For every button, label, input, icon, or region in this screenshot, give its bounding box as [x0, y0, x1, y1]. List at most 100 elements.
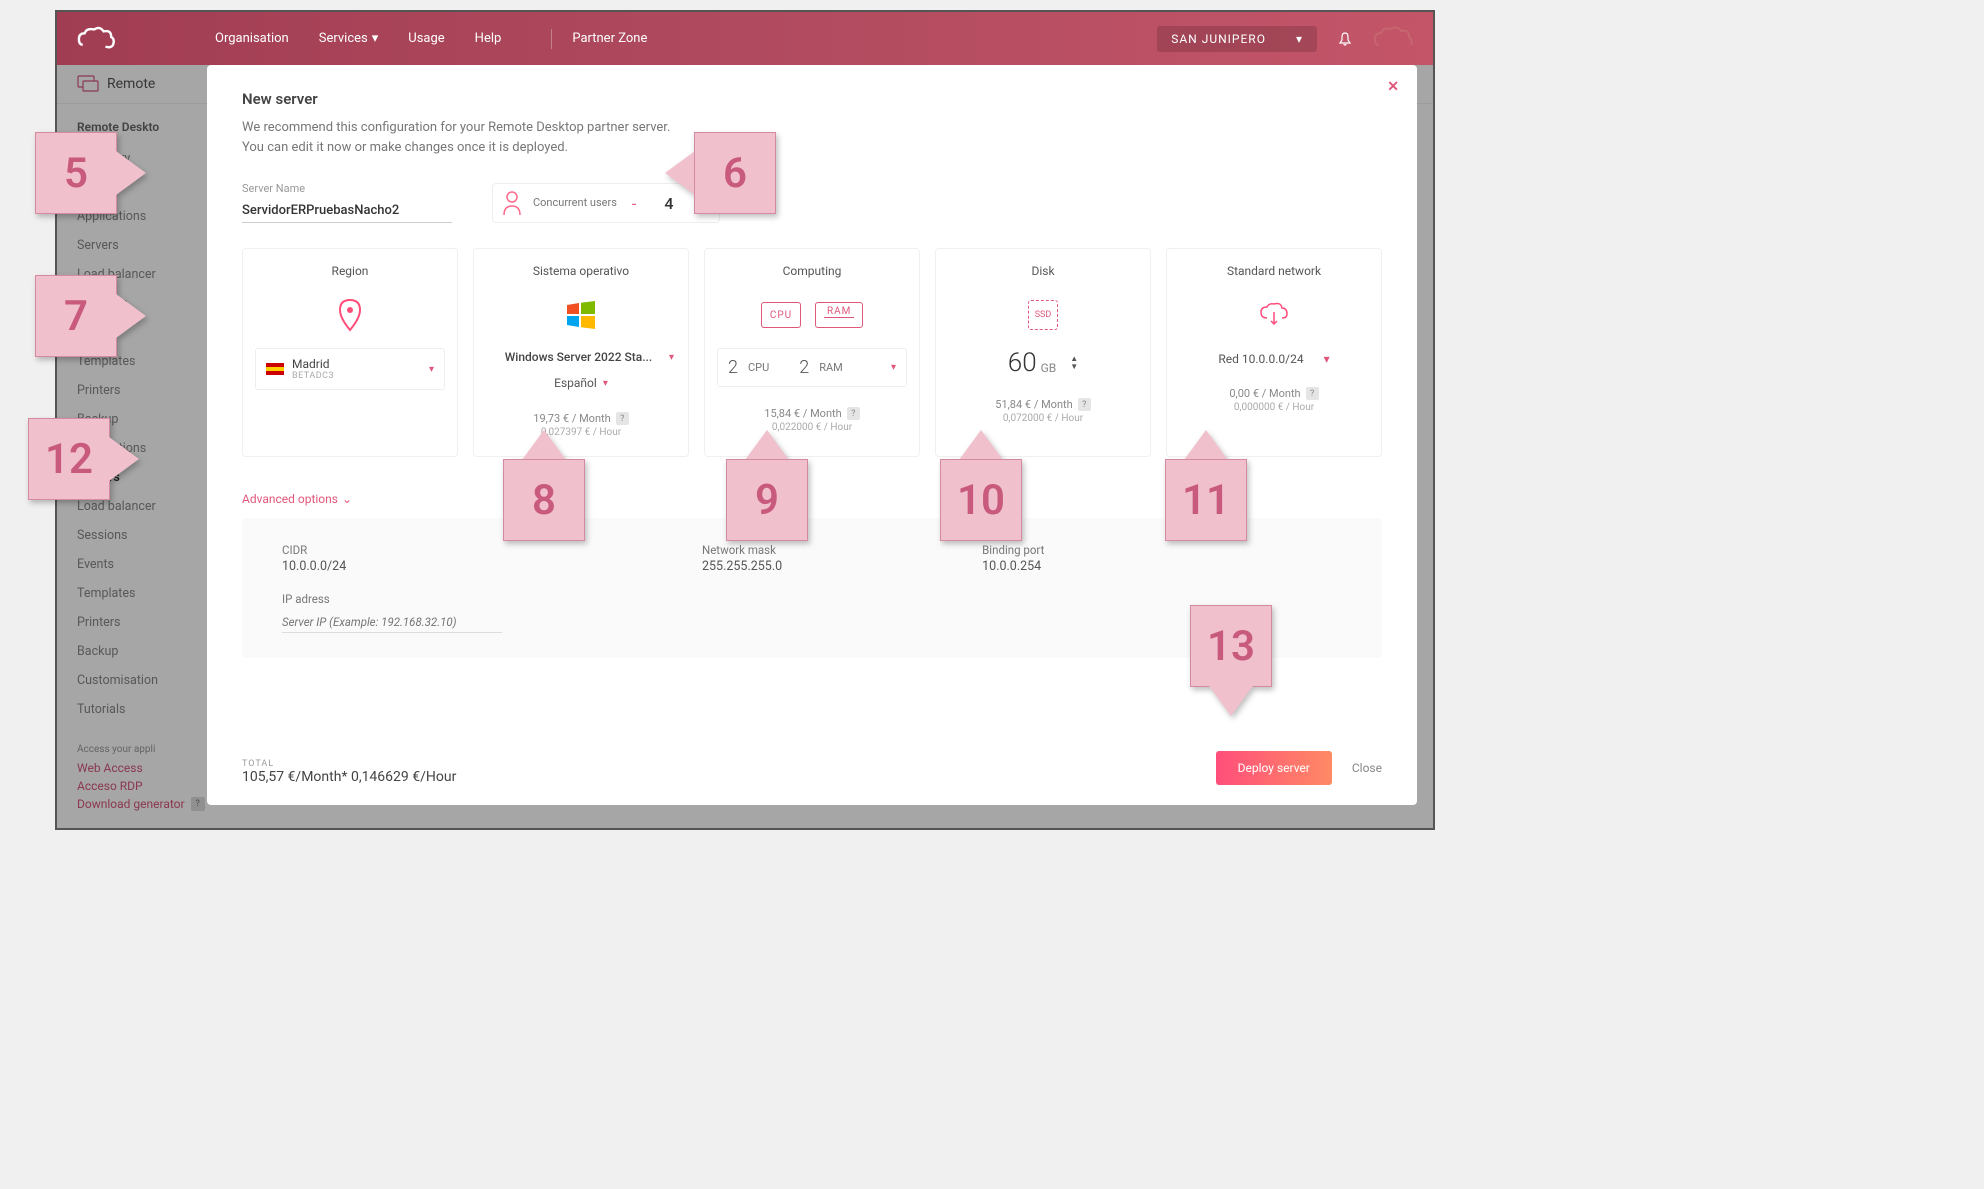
nav-partner-zone[interactable]: Partner Zone: [572, 31, 647, 46]
callout-7: 7: [35, 275, 146, 357]
cpu-value: 2: [728, 357, 738, 378]
os-title: Sistema operativo: [486, 264, 676, 278]
deploy-server-button[interactable]: Deploy server: [1216, 751, 1332, 785]
disk-spinners: ▲ ▼: [1070, 355, 1078, 371]
disk-title: Disk: [948, 264, 1138, 278]
network-card: Standard network Red 10.0.0.0/24 ▾ 0,00 …: [1166, 248, 1382, 457]
computing-title: Computing: [717, 264, 907, 278]
ssd-icon: SSD: [1028, 300, 1058, 330]
region-name: Madrid: [292, 357, 334, 371]
binding-port-value: 10.0.0.254: [982, 559, 1044, 574]
chevron-down-icon: ▾: [372, 31, 379, 46]
modal-footer: TOTAL 105,57 €/Month* 0,146629 €/Hour De…: [242, 751, 1382, 785]
disk-hour-price: 0,072000 € / Hour: [948, 413, 1138, 424]
chevron-down-icon: ▾: [669, 352, 674, 363]
mask-value: 255.255.255.0: [702, 559, 782, 574]
disk-decrement[interactable]: ▼: [1070, 363, 1078, 371]
ip-input[interactable]: [282, 612, 502, 633]
region-card: Region Madrid BETADC3 ▾: [242, 248, 458, 457]
server-name-block: Server Name: [242, 182, 452, 223]
help-icon[interactable]: ?: [1306, 387, 1319, 400]
computing-price: 15,84 € / Month?: [717, 407, 907, 420]
cpu-chip-icon: CPU: [761, 302, 801, 328]
chevron-down-icon: ▾: [429, 364, 434, 375]
topbar: Organisation Services ▾ Usage Help Partne…: [57, 12, 1433, 65]
help-icon[interactable]: ?: [616, 412, 629, 425]
config-cards: Region Madrid BETADC3 ▾: [242, 248, 1382, 457]
chevron-down-icon: ▾: [603, 378, 608, 389]
os-lang-selector[interactable]: Español ▾: [544, 374, 618, 392]
network-name: Red 10.0.0.0/24: [1218, 352, 1303, 366]
ram-value: 2: [799, 357, 809, 378]
region-title: Region: [255, 264, 445, 278]
nav-services-label: Services: [319, 31, 368, 46]
callout-6: 6: [665, 132, 776, 214]
callout-12: 12: [28, 418, 139, 500]
callout-8: 8: [503, 430, 585, 541]
region-selector[interactable]: Madrid BETADC3 ▾: [255, 348, 445, 390]
nav-separator: [551, 29, 552, 49]
help-icon[interactable]: ?: [1078, 398, 1091, 411]
os-selector[interactable]: Windows Server 2022 Sta... ▾: [486, 348, 676, 366]
total-label: TOTAL: [242, 759, 456, 769]
network-price: 0,00 € / Month?: [1179, 387, 1369, 400]
mask-label: Network mask: [702, 543, 782, 557]
nav-help[interactable]: Help: [475, 31, 502, 46]
network-title: Standard network: [1179, 264, 1369, 278]
disk-value: 60: [1008, 348, 1037, 378]
cpu-unit: CPU: [748, 361, 769, 374]
brand-icon: [1373, 24, 1413, 54]
computing-selector[interactable]: 2 CPU 2 RAM ▾: [717, 348, 907, 387]
callout-5: 5: [35, 132, 146, 214]
disk-card: Disk SSD 60 GB ▲ ▼ 51,84 € / Month? 0,07…: [935, 248, 1151, 457]
callout-11: 11: [1165, 430, 1247, 541]
total-value: 105,57 €/Month* 0,146629 €/Hour: [242, 769, 456, 785]
windows-icon: [565, 299, 597, 331]
chevron-down-icon: ⌄: [342, 492, 352, 506]
os-lang: Español: [554, 376, 597, 390]
ram-chip-icon: RAM: [815, 302, 863, 328]
org-selected-label: SAN JUNIPERO: [1171, 32, 1266, 46]
decrement-button[interactable]: -: [627, 194, 641, 213]
concurrent-users-label: Concurrent users: [533, 196, 617, 209]
close-link[interactable]: Close: [1352, 761, 1382, 775]
modal-desc-line2: You can edit it now or make changes once…: [242, 140, 568, 155]
chevron-down-icon: ▾: [1324, 352, 1330, 366]
top-row: Server Name Concurrent users - 4 +: [242, 182, 1382, 223]
disk-value-row: 60 GB ▲ ▼: [948, 348, 1138, 378]
callout-9: 9: [726, 430, 808, 541]
server-name-input[interactable]: [242, 199, 452, 223]
region-sub: BETADC3: [292, 371, 334, 381]
modal-desc-line1: We recommend this configuration for your…: [242, 120, 670, 135]
callout-13: 13: [1190, 605, 1272, 716]
server-name-label: Server Name: [242, 182, 452, 195]
nav-usage[interactable]: Usage: [408, 31, 444, 46]
network-hour-price: 0,000000 € / Hour: [1179, 402, 1369, 413]
help-icon[interactable]: ?: [847, 407, 860, 420]
os-price: 19,73 € / Month?: [486, 412, 676, 425]
user-icon: [501, 190, 523, 216]
nav-services[interactable]: Services ▾: [319, 31, 379, 46]
modal-description: We recommend this configuration for your…: [242, 118, 1382, 157]
cloud-download-icon: [1259, 302, 1289, 328]
modal-title: New server: [242, 90, 1382, 108]
callout-10: 10: [940, 430, 1022, 541]
ram-unit: RAM: [819, 361, 843, 374]
cidr-value: 10.0.0.0/24: [282, 559, 502, 574]
ip-label: IP adress: [282, 592, 502, 606]
close-icon[interactable]: ✕: [1387, 79, 1399, 95]
os-name: Windows Server 2022 Sta...: [505, 350, 653, 364]
disk-unit: GB: [1041, 361, 1057, 375]
chevron-down-icon: ▾: [1296, 32, 1303, 46]
bell-icon[interactable]: [1337, 31, 1353, 47]
network-selector[interactable]: Red 10.0.0.0/24 ▾: [1218, 352, 1329, 366]
os-card: Sistema operativo Windows Server 2022 St…: [473, 248, 689, 457]
spain-flag-icon: [266, 363, 284, 375]
org-selector[interactable]: SAN JUNIPERO ▾: [1157, 26, 1317, 52]
nav-organisation[interactable]: Organisation: [215, 31, 289, 46]
binding-port-label: Binding port: [982, 543, 1044, 557]
topbar-right: SAN JUNIPERO ▾: [1157, 24, 1413, 54]
advanced-options-label: Advanced options: [242, 492, 338, 506]
disk-price: 51,84 € / Month?: [948, 398, 1138, 411]
location-pin-icon: [338, 298, 362, 332]
